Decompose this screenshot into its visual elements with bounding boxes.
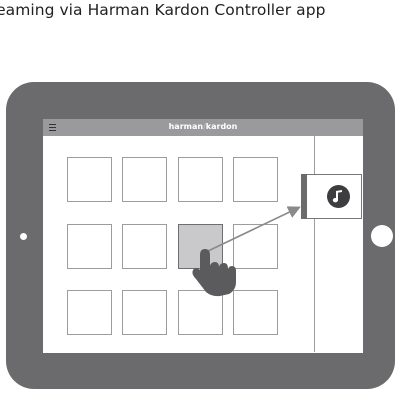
pointing-hand-icon (192, 249, 236, 297)
drag-arrow (205, 206, 301, 253)
gesture-overlay (192, 206, 301, 297)
